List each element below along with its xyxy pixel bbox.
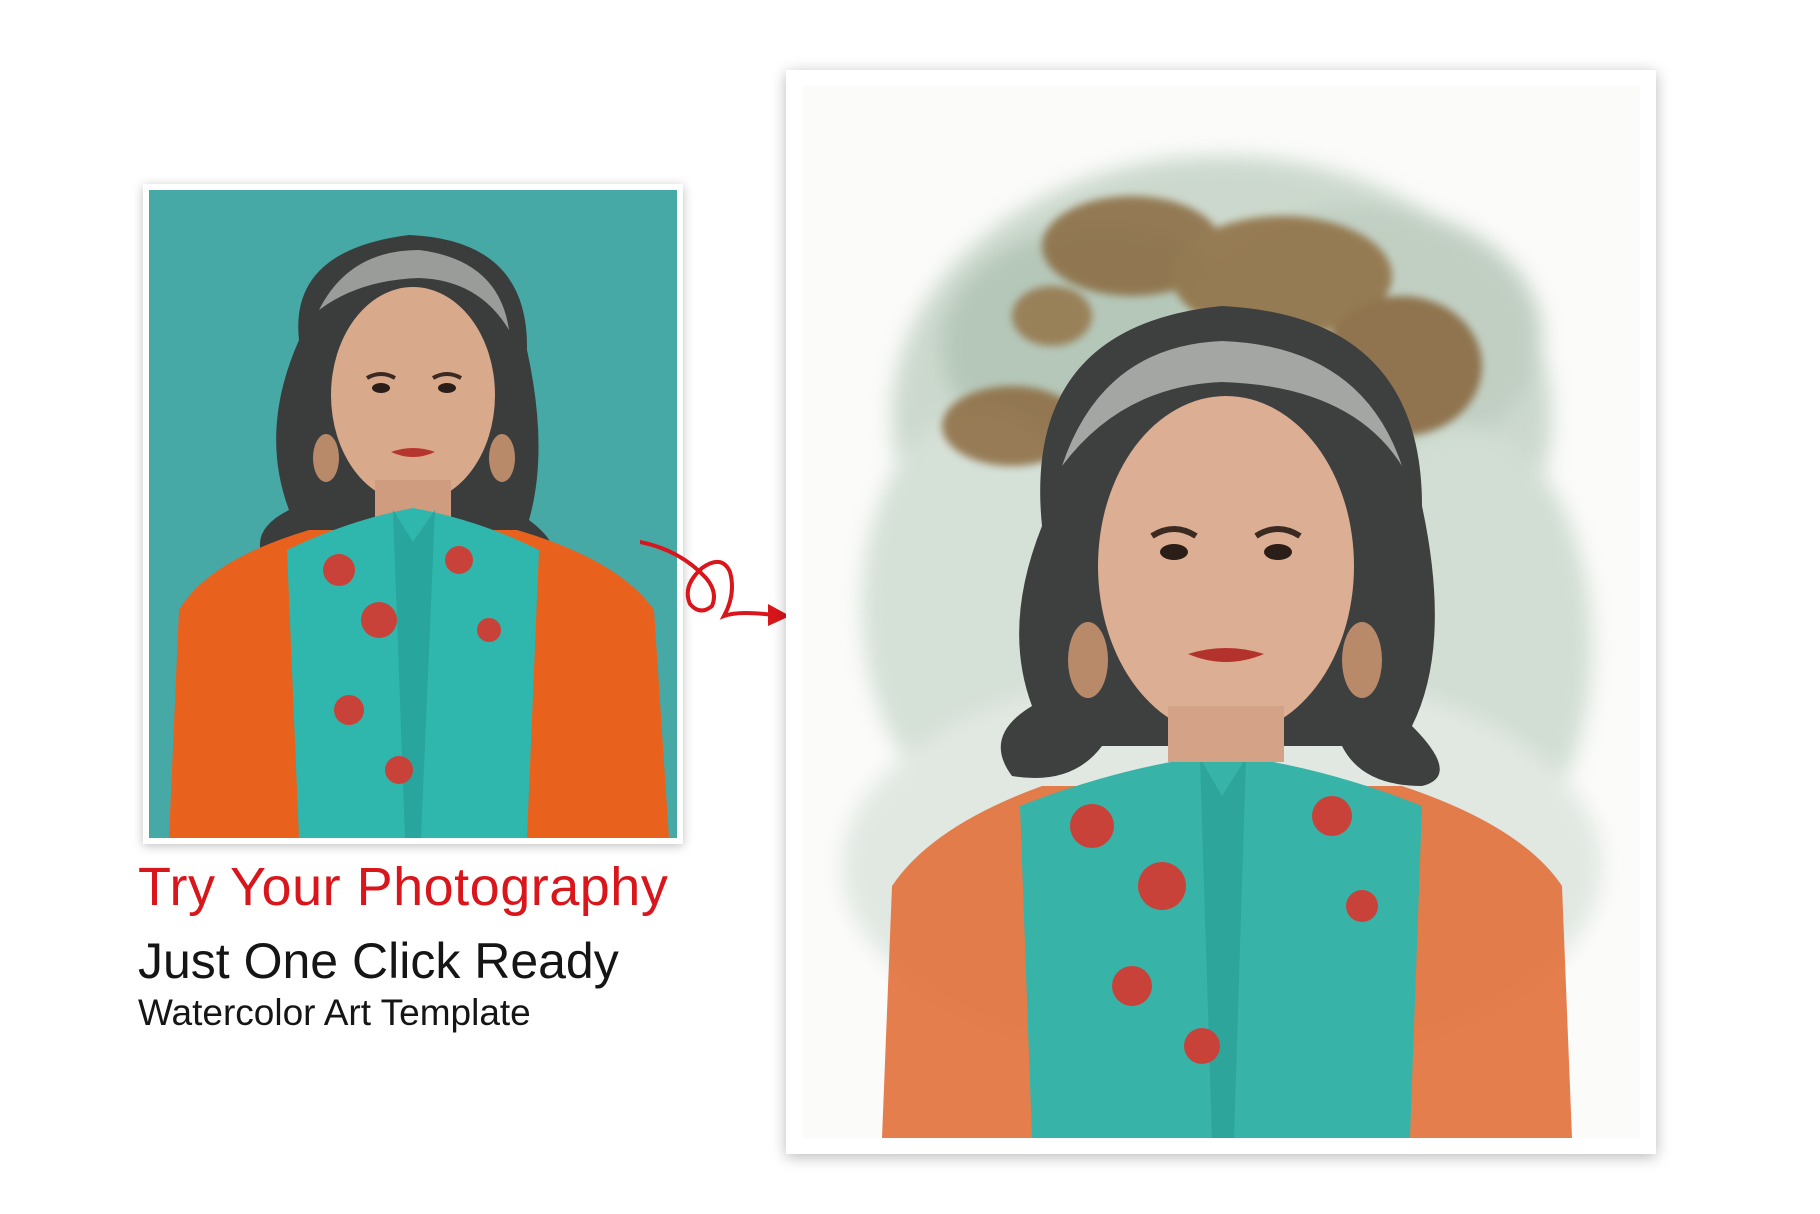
watercolor-artwork <box>802 86 1640 1138</box>
caption-block: Try Your Photography Just One Click Read… <box>138 860 758 1031</box>
subline: Just One Click Ready <box>138 933 619 989</box>
curly-arrow-icon <box>640 540 790 626</box>
original-photo <box>149 190 677 838</box>
watercolor-art-frame <box>786 70 1656 1154</box>
headline: Try Your Photography <box>138 857 669 917</box>
original-photo-frame <box>143 184 683 844</box>
tagline: Watercolor Art Template <box>138 992 531 1033</box>
